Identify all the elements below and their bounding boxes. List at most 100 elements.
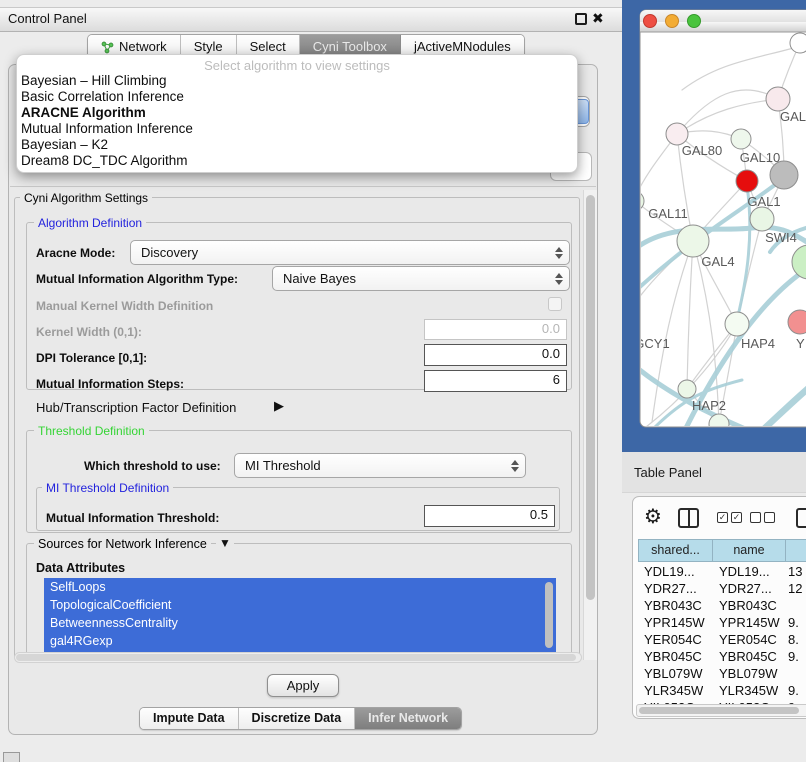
apply-button[interactable]: Apply: [267, 674, 339, 697]
gear-icon[interactable]: ⚙: [644, 505, 662, 529]
table-cell[interactable]: YDR27...: [719, 581, 772, 596]
node-label: GAL1: [747, 194, 780, 209]
table-cell[interactable]: YLR345W: [644, 683, 703, 698]
attribute-item[interactable]: gal4RGexp: [44, 632, 556, 650]
dpi-tolerance-field[interactable]: 0.0: [424, 344, 567, 366]
collapse-arrow-icon[interactable]: ▼: [216, 536, 234, 550]
list-scrollbar-thumb[interactable]: [545, 582, 553, 648]
dropdown-item[interactable]: Mutual Information Inference: [21, 121, 193, 137]
which-threshold-combo[interactable]: MI Threshold: [234, 453, 526, 478]
table-function-icon[interactable]: [796, 508, 806, 528]
node-hap4[interactable]: [725, 312, 749, 336]
column-header-partial[interactable]: [785, 539, 806, 562]
table-cell[interactable]: YPR145W: [644, 615, 705, 630]
table-cell[interactable]: YPR145W: [719, 615, 780, 630]
panel-title: Control Panel: [8, 11, 87, 26]
dropdown-item-selected[interactable]: ARACNE Algorithm: [21, 105, 146, 121]
attribute-item[interactable]: BetweennessCentrality: [44, 614, 556, 632]
node-label: GAL: [780, 109, 806, 124]
dropdown-prompt: Select algorithm to view settings: [17, 58, 577, 73]
node-label: GAL11: [648, 206, 688, 221]
tab-discretize-data[interactable]: Discretize Data: [239, 708, 356, 729]
select-all-checks-icon[interactable]: ✓ ✓: [717, 512, 742, 523]
table-cell[interactable]: YDR27...: [644, 581, 697, 596]
mi-threshold-group-title: MI Threshold Definition: [42, 481, 173, 495]
table-cell[interactable]: YBR045C: [644, 649, 702, 664]
kernel-width-field: 0.0: [424, 319, 567, 340]
network-view[interactable]: GAL GAL80 GAL10 GAL1 GAL11 SWI4 GAL4 GCY…: [622, 0, 806, 452]
mi-threshold-field[interactable]: 0.5: [424, 505, 555, 527]
combo-arrows-icon: [508, 460, 525, 472]
horizontal-scrollbar[interactable]: [14, 652, 582, 663]
node-label: GAL80: [682, 143, 722, 158]
vertical-scrollbar[interactable]: [583, 190, 597, 660]
table-cell[interactable]: YBR043C: [644, 598, 702, 613]
node-gal-partial[interactable]: [766, 87, 790, 111]
column-header-shared-name[interactable]: shared...: [638, 539, 713, 562]
table-cell[interactable]: YDL19...: [644, 564, 695, 579]
network-icon: [101, 41, 114, 54]
tab-infer-network[interactable]: Infer Network: [355, 708, 461, 729]
aracne-mode-label: Aracne Mode:: [36, 246, 115, 260]
expand-arrow-icon[interactable]: ▶: [274, 398, 284, 414]
close-icon[interactable]: ✖: [592, 9, 604, 27]
attribute-item[interactable]: SelfLoops: [44, 578, 556, 596]
node-red[interactable]: [736, 170, 758, 192]
columns-icon[interactable]: [678, 508, 699, 528]
table-cell[interactable]: 12: [788, 581, 802, 596]
tab-impute-data[interactable]: Impute Data: [140, 708, 239, 729]
collapsed-panel-icon[interactable]: [3, 752, 20, 762]
node-gray[interactable]: [770, 161, 798, 189]
algorithm-definition-title: Algorithm Definition: [34, 216, 146, 230]
screen: Control Panel ✖ Network Style Select Cyn…: [0, 0, 806, 762]
table-cell[interactable]: YER054C: [719, 632, 777, 647]
table-horizontal-scrollbar[interactable]: [636, 704, 806, 717]
deselect-all-checks-icon[interactable]: [750, 512, 775, 523]
node-gal10[interactable]: [731, 129, 751, 149]
close-traffic-light-icon[interactable]: [644, 15, 657, 28]
table-cell[interactable]: YDL19...: [719, 564, 770, 579]
aracne-mode-combo[interactable]: Discovery: [130, 240, 570, 265]
float-panel-icon[interactable]: [575, 13, 587, 25]
dpi-tolerance-label: DPI Tolerance [0,1]:: [36, 351, 147, 365]
node-label: Y: [796, 336, 805, 351]
mi-type-combo[interactable]: Naive Bayes: [272, 266, 570, 291]
table-cell[interactable]: 8.: [788, 632, 799, 647]
separator-line: [10, 186, 596, 187]
combo-arrows-icon: [552, 273, 569, 285]
table-cell[interactable]: YBR043C: [719, 598, 777, 613]
column-header-name[interactable]: name: [712, 539, 786, 562]
table-cell[interactable]: YBL079W: [719, 666, 778, 681]
node-gal4[interactable]: [677, 225, 709, 257]
node-label: HAP4: [741, 336, 775, 351]
table-cell[interactable]: YBL079W: [644, 666, 703, 681]
node-label: HAP2: [692, 398, 726, 413]
data-attributes-list: SelfLoops TopologicalCoefficient Between…: [44, 578, 556, 652]
node-gal1[interactable]: [750, 207, 774, 231]
dropdown-item[interactable]: Basic Correlation Inference: [21, 89, 184, 105]
node-hap2[interactable]: [678, 380, 696, 398]
dropdown-item[interactable]: Dream8 DC_TDC Algorithm: [21, 153, 188, 169]
table-cell[interactable]: 13: [788, 564, 802, 579]
table-cell[interactable]: 9.: [788, 615, 799, 630]
mi-threshold-label: Mutual Information Threshold:: [46, 511, 219, 525]
manual-kernel-checkbox[interactable]: [548, 297, 562, 311]
zoom-traffic-light-icon[interactable]: [688, 15, 701, 28]
dropdown-item[interactable]: Bayesian – Hill Climbing: [21, 73, 167, 89]
minimize-traffic-light-icon[interactable]: [666, 15, 679, 28]
kernel-width-label: Kernel Width (0,1):: [36, 325, 142, 339]
node-gal80[interactable]: [666, 123, 688, 145]
dropdown-item[interactable]: Bayesian – K2: [21, 137, 108, 153]
data-attributes-label: Data Attributes: [36, 561, 125, 575]
table-cell[interactable]: YER054C: [644, 632, 702, 647]
table-cell[interactable]: YLR345W: [719, 683, 778, 698]
table-cell[interactable]: 9.: [788, 649, 799, 664]
table-cell[interactable]: 9.: [788, 683, 799, 698]
mi-steps-field[interactable]: 6: [424, 370, 567, 392]
attribute-item[interactable]: TopologicalCoefficient: [44, 596, 556, 614]
node-unlabeled[interactable]: [790, 33, 806, 53]
table-cell[interactable]: YBR045C: [719, 649, 777, 664]
control-panel-titlebar: [0, 7, 622, 32]
mi-type-label: Mutual Information Algorithm Type:: [36, 272, 238, 286]
table-panel-title: Table Panel: [634, 465, 702, 480]
